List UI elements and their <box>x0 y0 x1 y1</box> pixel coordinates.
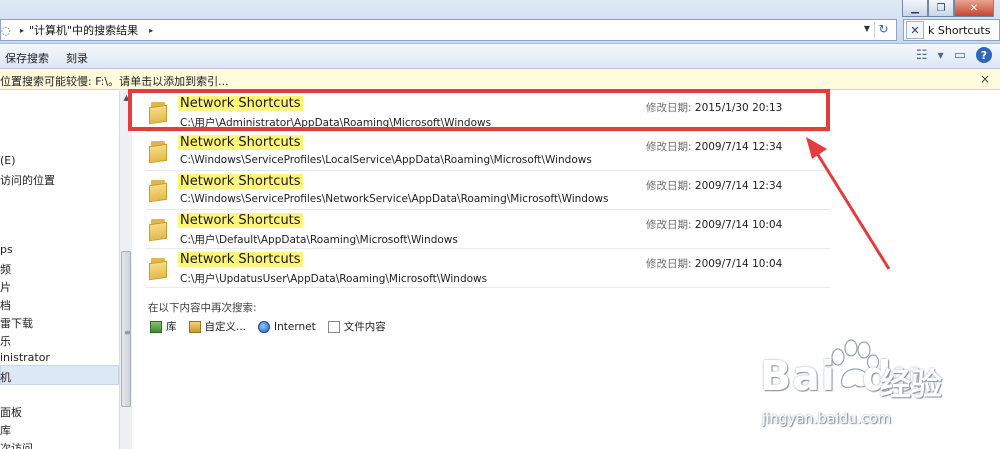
result-name[interactable]: Network Shortcuts <box>178 252 303 267</box>
nav-item[interactable]: 雷下载 <box>0 315 33 331</box>
nav-item[interactable]: 档 <box>0 297 11 313</box>
nav-item[interactable]: 次访问 <box>0 440 33 449</box>
folder-icon <box>149 141 169 164</box>
info-bar[interactable]: 位置搜索可能较慢: F:\。请单击以添加到索引... × <box>0 69 1000 90</box>
custom-folder-icon <box>188 320 201 333</box>
grip-icon: ≡ <box>124 328 131 337</box>
search-input[interactable]: k Shortcuts <box>928 24 990 37</box>
search-again-options: 库 自定义... Internet 文件内容 <box>150 319 398 334</box>
result-path: C:\用户\Default\AppData\Roaming\Microsoft\… <box>180 234 458 246</box>
annotation-highlight-box <box>128 89 830 131</box>
breadcrumb-chevron-icon[interactable]: ▸ <box>15 26 29 35</box>
date-value: 2009/7/14 10:04 <box>694 219 783 231</box>
result-date: 修改日期: 2009/7/14 10:04 <box>646 256 782 271</box>
watermark-url: jingyan.baidu.com <box>762 411 892 427</box>
help-icon[interactable]: ? <box>976 47 992 63</box>
date-value: 2009/7/14 12:34 <box>694 180 783 192</box>
nav-scrollbar[interactable]: ▲ ≡ <box>119 91 132 449</box>
minimize-button[interactable]: ▁ <box>902 0 928 17</box>
folder-icon <box>149 180 169 203</box>
restore-button[interactable]: ❐ <box>928 0 954 17</box>
result-path: C:\Windows\ServiceProfiles\LocalService\… <box>180 154 592 166</box>
date-label: 修改日期: <box>646 141 692 153</box>
nav-item[interactable]: 面板 <box>0 404 22 420</box>
clear-search-button[interactable]: ✕ <box>906 21 924 39</box>
command-bar: 保存搜索 刻录 ☷ ▼ ▭ ? <box>0 44 1000 69</box>
date-label: 修改日期: <box>646 219 692 231</box>
view-dropdown-icon[interactable]: ▼ <box>938 51 944 60</box>
search-again-label: Internet <box>274 320 316 333</box>
nav-item[interactable]: 访问的位置 <box>0 172 55 188</box>
nav-item[interactable]: (E) <box>0 154 16 167</box>
info-bar-text[interactable]: 位置搜索可能较慢: F:\。请单击以添加到索引... <box>0 73 229 89</box>
library-icon <box>150 320 162 333</box>
scroll-thumb[interactable]: ≡ <box>121 251 131 407</box>
search-box[interactable]: ✕ k Shortcuts <box>903 19 1000 41</box>
search-again-label: 文件内容 <box>343 321 386 333</box>
result-path: C:\Windows\ServiceProfiles\NetworkServic… <box>180 193 609 205</box>
result-path: C:\用户\UpdatusUser\AppData\Roaming\Micros… <box>180 273 488 285</box>
result-name[interactable]: Network Shortcuts <box>178 213 303 228</box>
search-again-label: 库 <box>166 321 177 333</box>
date-label: 修改日期: <box>646 258 692 270</box>
address-bar[interactable]: ◌ ▸ "计算机"中的搜索结果 ▸ ▼ ↻ <box>0 19 897 41</box>
nav-item[interactable]: 频 <box>0 261 11 277</box>
result-name[interactable]: Network Shortcuts <box>178 135 303 150</box>
nav-selection <box>0 365 119 385</box>
folder-icon <box>149 258 169 281</box>
search-again-heading: 在以下内容中再次搜索: <box>148 302 257 314</box>
save-search-button[interactable]: 保存搜索 <box>5 50 49 66</box>
date-value: 2009/7/14 12:34 <box>694 141 783 153</box>
nav-item[interactable]: 库 <box>0 422 11 438</box>
nav-item[interactable]: 片 <box>0 279 11 295</box>
info-bar-close-icon[interactable]: × <box>980 72 990 86</box>
date-value: 2009/7/14 10:04 <box>694 258 783 270</box>
watermark-cn: 经验 <box>880 367 942 403</box>
title-bar: ▁ ❐ ✕ ◌ ▸ "计算机"中的搜索结果 ▸ ▼ ↻ ✕ k Shortcut… <box>0 0 1000 44</box>
file-contents-icon <box>327 320 340 333</box>
date-label: 修改日期: <box>646 180 692 192</box>
breadcrumb-chevron-icon[interactable]: ▸ <box>144 26 158 35</box>
baidu-watermark: Bai du 经验 jingyan.baidu.com <box>760 337 996 449</box>
burn-button[interactable]: 刻录 <box>66 50 88 66</box>
nav-item[interactable]: 乐 <box>0 333 11 349</box>
address-dropdown-icon[interactable]: ▼ <box>864 24 870 33</box>
search-again-label: 自定义... <box>204 321 247 333</box>
computer-icon: ◌ <box>1 23 11 37</box>
search-again-custom[interactable]: 自定义... <box>188 319 247 334</box>
view-options-icon[interactable]: ☷ <box>916 48 928 63</box>
navigation-pane: (E) 访问的位置 ps 频 片 档 雷下载 乐 inistrator 机 面板… <box>0 91 119 449</box>
breadcrumb[interactable]: "计算机"中的搜索结果 <box>29 22 144 38</box>
result-date: 修改日期: 2009/7/14 12:34 <box>646 139 782 154</box>
nav-item[interactable]: ps <box>0 243 13 256</box>
search-again-internet[interactable]: Internet <box>258 320 316 333</box>
preview-pane-icon[interactable]: ▭ <box>954 48 966 63</box>
result-date: 修改日期: 2009/7/14 12:34 <box>646 178 782 193</box>
search-again-library[interactable]: 库 <box>150 319 177 334</box>
close-button[interactable]: ✕ <box>954 0 994 17</box>
result-date: 修改日期: 2009/7/14 10:04 <box>646 217 782 232</box>
result-row[interactable]: Network Shortcuts C:\用户\Default\AppData\… <box>140 210 830 249</box>
search-again-file-contents[interactable]: 文件内容 <box>327 319 386 334</box>
toolbar-right: ☷ ▼ ▭ ? <box>916 47 992 63</box>
window-controls: ▁ ❐ ✕ <box>902 0 994 18</box>
folder-icon <box>149 219 169 242</box>
result-name[interactable]: Network Shortcuts <box>178 174 303 189</box>
internet-explorer-icon <box>258 320 271 333</box>
nav-item[interactable]: inistrator <box>0 351 50 364</box>
result-row[interactable]: Network Shortcuts C:\用户\UpdatusUser\AppD… <box>140 249 830 288</box>
result-row[interactable]: Network Shortcuts C:\Windows\ServiceProf… <box>140 171 830 210</box>
nav-item-selected[interactable]: 机 <box>0 369 11 385</box>
refresh-icon[interactable]: ↻ <box>874 22 892 38</box>
result-row[interactable]: Network Shortcuts C:\Windows\ServiceProf… <box>140 132 830 171</box>
